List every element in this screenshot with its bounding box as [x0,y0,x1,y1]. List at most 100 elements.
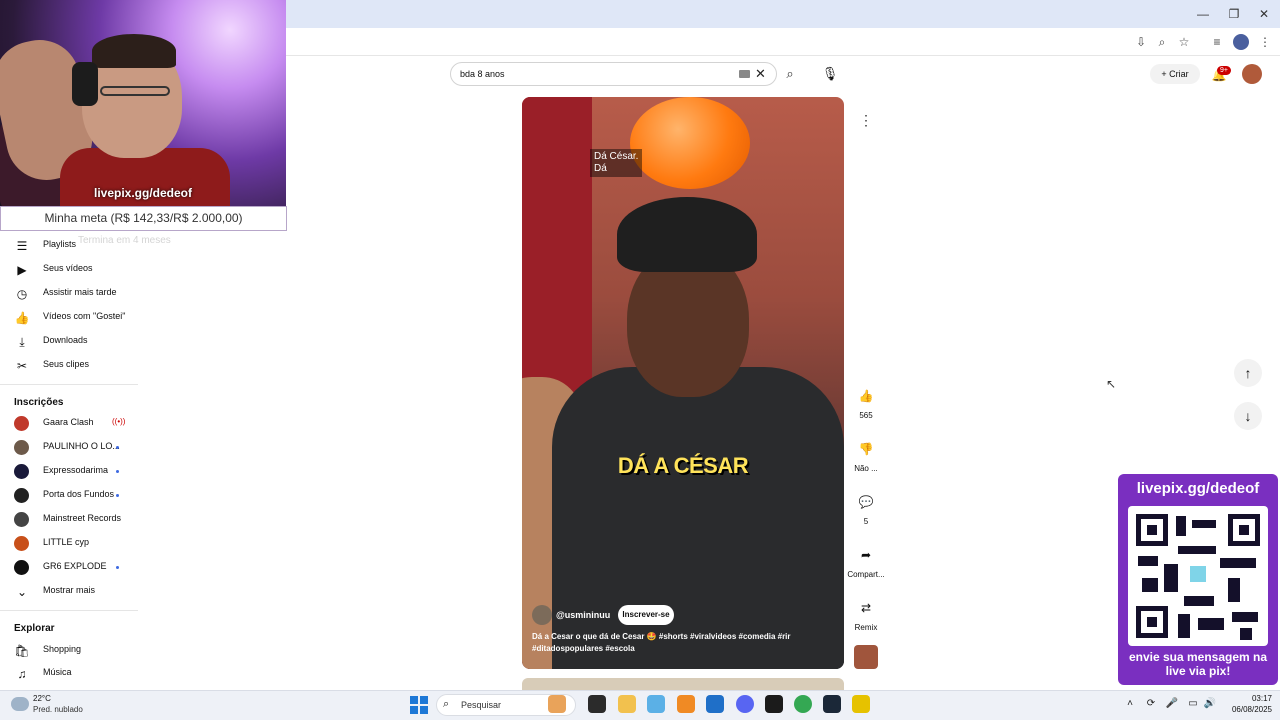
scissors-icon: ✂ [16,359,28,373]
tray-network-icon[interactable]: ▭ [1186,697,1200,711]
more-vert-icon: ⋮ [859,112,873,128]
restore-button[interactable]: ❐ [1224,4,1244,24]
live-icon: ((•)) [112,417,126,426]
create-button[interactable]: + Criar [1150,64,1200,84]
taskbar-clock-date[interactable]: 06/08/2025 [1222,705,1272,714]
channel-avatar [14,536,29,551]
dislike-button[interactable]: 👎 Não ... [846,437,886,473]
thumbs-up-icon: 👍 [14,311,30,325]
previous-short-button[interactable]: ↑ [1234,359,1262,387]
taskbar-app-widget[interactable] [548,695,566,713]
weather-cloud-icon[interactable] [11,697,29,711]
sidebar-item-shopping[interactable]: 🛍 Shopping [0,639,138,663]
bookmark-star-icon[interactable]: ☆ [1176,34,1192,50]
notifications-badge: 9+ [1217,66,1231,75]
tray-overflow-icon[interactable]: ˄ [1123,697,1137,711]
subscription-item[interactable]: GR6 EXPLODE [0,556,138,580]
close-window-button[interactable]: ✕ [1254,4,1274,24]
install-icon[interactable]: ⇩ [1133,34,1149,50]
taskbar-app-obs[interactable] [765,695,783,713]
sidebar-item-downloads[interactable]: ⤓ Downloads [0,330,138,354]
minimize-button[interactable]: — [1193,4,1213,24]
subscription-item[interactable]: LITTLE cyp [0,532,138,556]
next-short-preview[interactable] [522,678,844,690]
remix-button[interactable]: ⇄ Remix [846,596,886,632]
search-input[interactable]: bda 8 anos ✕ [450,62,777,86]
taskbar-app-notes[interactable] [852,695,870,713]
tray-sync-icon[interactable]: ⟳ [1144,697,1158,711]
channel-name: GR6 EXPLODE [43,561,107,571]
user-avatar[interactable] [1242,64,1262,84]
tray-volume-icon[interactable]: 🔊 [1203,697,1217,711]
tray-microphone-icon[interactable]: 🎤 [1165,697,1179,711]
playlist-icon: ☰ [16,239,28,253]
channel-avatar [14,488,29,503]
share-icon: ➦ [860,548,872,562]
sidebar-item-music[interactable]: ♫ Música [0,662,138,686]
weather-temperature[interactable]: 22°C [33,694,51,703]
qr-header-text: livepix.gg/dedeof [1136,480,1260,497]
taskbar-app-store[interactable] [706,695,724,713]
search-button[interactable]: ⌕ [777,62,803,86]
channel-avatar [14,512,29,527]
create-label: Criar [1169,69,1189,79]
sidebar-divider [0,384,138,385]
next-short-button[interactable]: ↓ [1234,402,1262,430]
zoom-icon[interactable]: ⌕ [1154,34,1170,50]
taskbar-app-chrome[interactable] [794,695,812,713]
channel-name[interactable]: @usmininuu [556,610,610,620]
video-description[interactable]: Dá a Cesar o que dá de Cesar 🤩 #shorts #… [532,631,832,655]
taskbar-clock-time[interactable]: 03:17 [1238,694,1272,703]
subscription-item[interactable]: Mainstreet Records [0,508,138,532]
share-button[interactable]: ➦ Compart... [846,543,886,579]
voice-search-button[interactable]: 🎙 [818,62,842,86]
streamer-hair [92,34,176,68]
profile-icon[interactable] [1233,34,1249,50]
qr-module [1228,578,1240,602]
windows-logo-icon [410,696,418,704]
sidebar-item-your-videos[interactable]: ▶ Seus vídeos [0,258,138,282]
donation-goal-bar: Minha meta (R$ 142,33/R$ 2.000,00) [0,206,287,231]
channel-avatar[interactable] [532,605,552,625]
start-button[interactable] [410,696,428,714]
comment-icon: 💬 [858,495,874,509]
comments-button[interactable]: 💬 5 [846,490,886,526]
audio-thumbnail[interactable] [854,645,878,669]
sidebar-item-liked-videos[interactable]: 👍 Vídeos com "Gostei" [0,306,138,330]
taskbar-app-steam[interactable] [823,695,841,713]
like-button[interactable]: 👍 565 [846,384,886,420]
taskbar-app-discord[interactable] [736,695,754,713]
download-icon: ⤓ [19,335,25,349]
media-icon[interactable]: ≡ [1209,34,1225,50]
windows-logo-icon [420,696,428,704]
taskbar-app-copilot[interactable] [647,695,665,713]
subscription-item[interactable]: PAULINHO O LO... [0,436,138,460]
taskbar-app-file-explorer[interactable] [618,695,636,713]
subscription-item[interactable]: Porta dos Fundos [0,484,138,508]
subscription-item[interactable]: Gaara Clash ((•)) [0,412,138,436]
qr-module [1240,628,1252,640]
qr-module [1192,520,1216,528]
sidebar-item-label: Seus vídeos [43,263,93,273]
channel-avatar [14,560,29,575]
taskbar-app-task-view[interactable] [588,695,606,713]
livepix-qr-overlay: livepix.gg/dedeof envie sua mensagem na … [1118,474,1278,685]
subscribe-button[interactable]: Inscrever-se [618,605,674,625]
mouse-cursor-icon: ↖ [1106,377,1117,391]
show-more-button[interactable]: ⌄ Mostrar mais [0,580,138,604]
streamer-webcam-overlay: livepix.gg/dedeof [0,0,286,206]
taskbar-app-office[interactable] [677,695,695,713]
menu-icon[interactable]: ⋮ [1257,34,1273,50]
weather-description[interactable]: Pred. nublado [33,705,83,714]
sidebar-item-watch-later[interactable]: ◷ Assistir mais tarde [0,282,138,306]
clear-search-icon[interactable]: ✕ [755,66,766,82]
more-options-button[interactable]: ⋮ [856,110,876,130]
video-person-cap [617,197,757,272]
keyboard-icon[interactable] [739,70,750,78]
subscription-item[interactable]: Expressodarima [0,460,138,484]
shorts-video-player[interactable]: Dá César. Dá DÁ A CÉSAR @usmininuu Inscr… [522,97,844,669]
channel-avatar [14,464,29,479]
sidebar-item-your-clips[interactable]: ✂ Seus clipes [0,354,138,378]
channel-name: Porta dos Fundos [43,489,115,499]
explore-heading: Explorar [14,623,55,634]
